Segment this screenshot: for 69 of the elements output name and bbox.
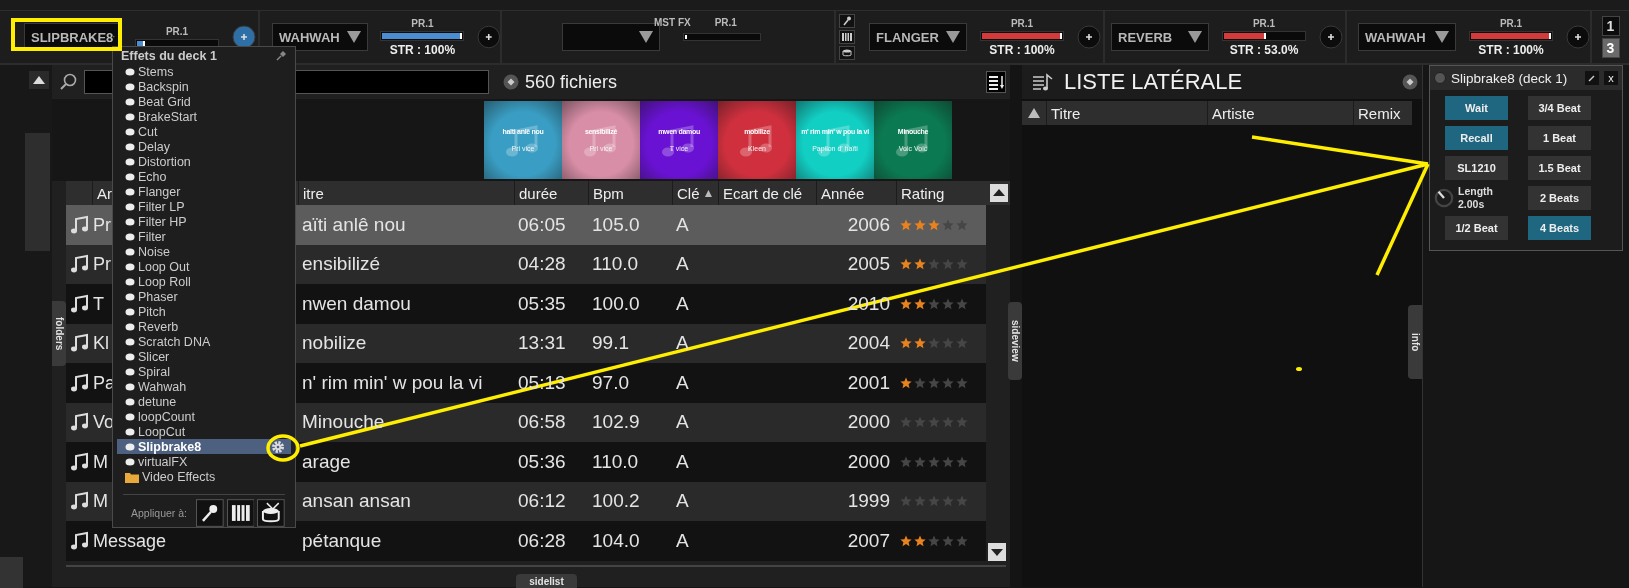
year-cell: 2000 [847, 450, 890, 472]
param-label: PR.1 [165, 25, 189, 37]
artist-cell: T [93, 293, 104, 314]
title-cell: pétanque [302, 529, 382, 551]
bpm-cell: 105.0 [592, 213, 640, 235]
file-count: 560 fichiers [525, 71, 618, 93]
panel-title: LISTE LATÉRALE [1064, 69, 1243, 95]
bpm-cell: 110.0 [592, 253, 639, 275]
bpm-cell: 99.1 [592, 332, 629, 354]
duration-cell: 04:28 [518, 253, 566, 275]
key-cell: A [676, 213, 689, 235]
year-cell: 2006 [847, 213, 890, 235]
artist-cell: Pr [93, 254, 111, 275]
strength-value: STR : 53.0% [1229, 42, 1299, 57]
param-label: PR.1 [1499, 17, 1523, 29]
bpm-cell: 100.2 [592, 490, 640, 512]
duration-cell: 05:36 [518, 450, 566, 472]
param-label: PR.1 [714, 17, 737, 28]
title-cell: ensibilizé [302, 253, 381, 275]
duration-cell: 06:12 [518, 490, 566, 512]
bpm-cell: 104.0 [592, 529, 640, 551]
key-cell: A [676, 450, 689, 472]
duration-cell: 06:28 [518, 529, 566, 551]
duration-cell: 06:58 [518, 411, 566, 433]
key-cell: A [676, 411, 689, 433]
key-cell: A [676, 292, 689, 314]
title-cell: nobilize [302, 332, 367, 354]
bpm-cell: 97.0 [592, 371, 629, 393]
duration-cell: 06:05 [518, 213, 566, 235]
strength-value: STR : 100% [389, 42, 456, 57]
duration-cell: 05:35 [518, 292, 566, 314]
artist-cell: Message [93, 530, 167, 551]
knob-value: 2.00s [1458, 198, 1486, 211]
year-cell: 2007 [847, 529, 890, 551]
year-cell: 2000 [847, 411, 890, 433]
param-label: PR.1 [1010, 17, 1034, 29]
apply-label: Appliquer à: [131, 507, 188, 519]
key-cell: A [676, 371, 689, 393]
artist-cell: M [93, 491, 108, 512]
title-cell: n' rim min' w pou la vi [302, 371, 483, 393]
sort-arrow-icon: ▲ [702, 186, 715, 200]
window-title: Slipbrake8 (deck 1) [1451, 70, 1568, 86]
knob-label: Length [1458, 185, 1493, 198]
artist-cell: Kl [93, 333, 109, 354]
title-cell: arage [302, 450, 351, 472]
year-cell: 1999 [847, 490, 890, 512]
year-cell: 2001 [847, 371, 890, 393]
title-cell: nwen damou [302, 292, 411, 314]
master-fx-label: MST FX [654, 17, 691, 28]
year-cell: 2005 [847, 253, 890, 275]
title-cell: ansan ansan [302, 490, 411, 512]
param-label: PR.1 [411, 17, 434, 29]
param-label: PR.1 [1252, 17, 1276, 29]
title-cell: aïti anlê nou [302, 213, 406, 235]
menu-title: Effets du deck 1 [121, 48, 217, 63]
title-cell: Minouche [302, 411, 385, 433]
year-cell: 2004 [847, 332, 890, 354]
key-cell: A [676, 332, 689, 354]
duration-cell: 13:31 [518, 332, 566, 354]
key-cell: A [676, 253, 689, 275]
strength-value: STR : 100% [989, 42, 1055, 57]
bpm-cell: 110.0 [592, 450, 639, 472]
bpm-cell: 102.9 [592, 411, 640, 433]
key-cell: A [676, 529, 689, 551]
key-cell: A [676, 490, 689, 512]
artist-cell: Pr [93, 214, 111, 235]
bpm-cell: 100.0 [592, 292, 640, 314]
strength-value: STR : 100% [1478, 42, 1544, 57]
artist-cell: M [93, 451, 108, 472]
